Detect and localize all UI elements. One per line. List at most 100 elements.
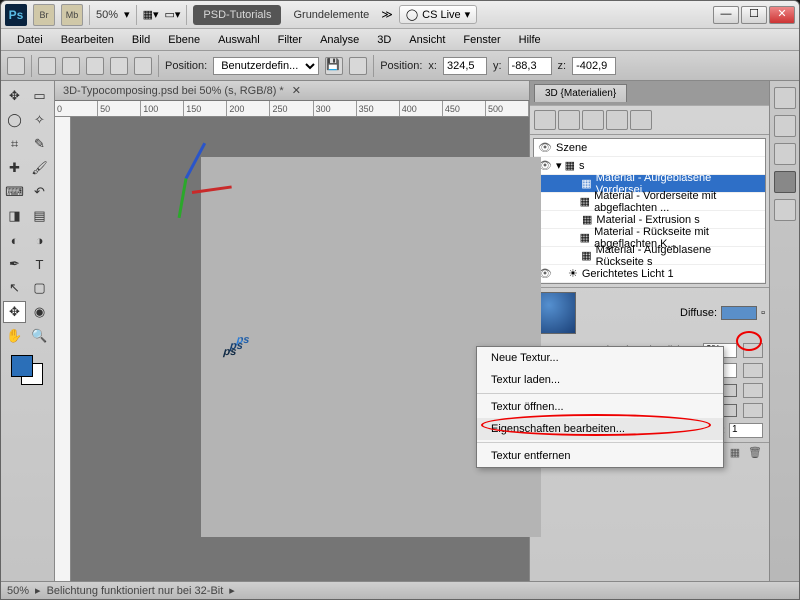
minimize-button[interactable]: — xyxy=(713,6,739,24)
position-xy-label: Position: xyxy=(380,60,422,72)
pos-z-input[interactable] xyxy=(572,57,616,75)
new-icon[interactable]: ▦ xyxy=(727,446,743,459)
ctx-eigenschaften-bearbeiten[interactable]: Eigenschaften bearbeiten... xyxy=(477,418,723,440)
color-swatch[interactable] xyxy=(11,355,45,381)
opt-icon-5[interactable] xyxy=(134,57,152,75)
light-row-0[interactable]: 👁☀ Gerichtetes Licht 1 xyxy=(534,265,765,283)
close-button[interactable]: ✕ xyxy=(769,6,795,24)
workspace-tab-2[interactable]: Grundelemente xyxy=(287,5,375,25)
opt-icon-4[interactable] xyxy=(110,57,128,75)
opt-icon-6[interactable] xyxy=(349,57,367,75)
position-dropdown[interactable]: Benutzerdefin... xyxy=(213,57,319,75)
ruler-vertical xyxy=(55,117,71,581)
ctx-textur-entfernen[interactable]: Textur entfernen xyxy=(477,445,723,467)
scene-node-s[interactable]: s xyxy=(579,160,585,172)
hand-tool[interactable]: ✋ xyxy=(3,325,26,347)
strip-icon-5[interactable] xyxy=(774,199,796,221)
menu-bild[interactable]: Bild xyxy=(124,32,158,48)
zoom-tool[interactable]: 🔍 xyxy=(28,325,51,347)
status-zoom[interactable]: 50% xyxy=(7,585,29,597)
3d-tool[interactable]: ✥ xyxy=(3,301,26,323)
panel-tab-3d[interactable]: 3D {Materialien} xyxy=(534,84,627,102)
layout-icon[interactable]: ▦▾ xyxy=(143,8,159,21)
titlebar: Ps Br Mb 50%▾ ▦▾ ▭▾ PSD-Tutorials Grunde… xyxy=(1,1,799,29)
gradient-tool[interactable]: ▤ xyxy=(28,205,51,227)
canvas[interactable]: ps xyxy=(71,117,529,581)
menu-hilfe[interactable]: Hilfe xyxy=(511,32,549,48)
history-brush-tool[interactable]: ↶ xyxy=(28,181,51,203)
dodge-tool[interactable]: ◑ xyxy=(28,229,51,251)
brush-tool[interactable]: 🖌 xyxy=(28,157,51,179)
save-icon[interactable]: 💾 xyxy=(325,57,343,75)
heal-tool[interactable]: ✚ xyxy=(3,157,26,179)
eyedropper-tool[interactable]: ✎ xyxy=(28,133,51,155)
filter-icon-2[interactable] xyxy=(558,110,580,130)
3d-text-object[interactable]: ps xyxy=(233,197,262,382)
maximize-button[interactable]: ☐ xyxy=(741,6,767,24)
path-tool[interactable]: ↖ xyxy=(3,277,26,299)
marquee-tool[interactable]: ▭ xyxy=(28,85,51,107)
filter-icon-4[interactable] xyxy=(606,110,628,130)
menu-3d[interactable]: 3D xyxy=(369,32,399,48)
screen-icon[interactable]: ▭▾ xyxy=(164,8,180,21)
pos-y-input[interactable] xyxy=(508,57,552,75)
wand-tool[interactable]: ✧ xyxy=(28,109,51,131)
material-row-4[interactable]: ▦ Material - Aufgeblasene Rückseite s xyxy=(534,247,765,265)
scene-root[interactable]: Szene xyxy=(556,142,587,154)
tool-preset-icon[interactable] xyxy=(7,57,25,75)
material-row-1[interactable]: ▦ Material - Vorderseite mit abgeflachte… xyxy=(534,193,765,211)
diffuse-color-swatch[interactable] xyxy=(721,306,757,320)
prop-ctl-0[interactable] xyxy=(743,343,763,358)
menu-ebene[interactable]: Ebene xyxy=(160,32,208,48)
ctx-textur-oeffnen[interactable]: Textur öffnen... xyxy=(477,396,723,418)
ctx-neue-textur[interactable]: Neue Textur... xyxy=(477,347,723,369)
pen-tool[interactable]: ✒ xyxy=(3,253,26,275)
status-message: Belichtung funktioniert nur bei 32-Bit xyxy=(47,585,224,597)
menu-filter[interactable]: Filter xyxy=(270,32,310,48)
filter-icon-5[interactable] xyxy=(630,110,652,130)
menu-bearbeiten[interactable]: Bearbeiten xyxy=(53,32,122,48)
menu-auswahl[interactable]: Auswahl xyxy=(210,32,268,48)
ctx-textur-laden[interactable]: Textur laden... xyxy=(477,369,723,391)
scene-tree[interactable]: 👁Szene 👁▾ ▦ s ▦ Material - Aufgeblasene … xyxy=(533,138,766,284)
type-tool[interactable]: T xyxy=(28,253,51,275)
workspace-tab-1[interactable]: PSD-Tutorials xyxy=(193,5,281,25)
close-tab-icon[interactable]: ✕ xyxy=(292,84,301,97)
status-bar: 50% ▸ Belichtung funktioniert nur bei 32… xyxy=(1,581,799,599)
blur-tool[interactable]: ◐ xyxy=(3,229,26,251)
brechung-field[interactable]: 1 xyxy=(729,423,763,438)
strip-icon-3[interactable] xyxy=(774,143,796,165)
opt-icon-2[interactable] xyxy=(62,57,80,75)
strip-icon-2[interactable] xyxy=(774,115,796,137)
badge-mb[interactable]: Mb xyxy=(61,4,83,26)
cs-live-button[interactable]: ◯CS Live▾ xyxy=(399,5,477,24)
zoom-display[interactable]: 50% xyxy=(96,9,118,21)
menu-datei[interactable]: Datei xyxy=(9,32,51,48)
prop-ctl-2[interactable] xyxy=(743,383,763,398)
prop-ctl-1[interactable] xyxy=(743,363,763,378)
lasso-tool[interactable]: ◯ xyxy=(3,109,26,131)
more-workspaces[interactable]: ≫ xyxy=(381,8,393,21)
filter-icon-1[interactable] xyxy=(534,110,556,130)
eye-icon[interactable]: 👁 xyxy=(538,141,552,154)
menu-fenster[interactable]: Fenster xyxy=(455,32,508,48)
prop-ctl-3[interactable] xyxy=(743,403,763,418)
opt-icon-3[interactable] xyxy=(86,57,104,75)
move-tool[interactable]: ✥ xyxy=(3,85,26,107)
stamp-tool[interactable]: ⌨ xyxy=(3,181,26,203)
document-tab[interactable]: 3D-Typocomposing.psd bei 50% (s, RGB/8) … xyxy=(55,81,529,101)
diffuse-texture-button[interactable]: ▫ xyxy=(761,307,765,319)
eraser-tool[interactable]: ◨ xyxy=(3,205,26,227)
strip-icon-4[interactable] xyxy=(774,171,796,193)
trash-icon[interactable]: 🗑 xyxy=(747,446,763,459)
menu-analyse[interactable]: Analyse xyxy=(312,32,367,48)
pos-x-input[interactable] xyxy=(443,57,487,75)
menu-ansicht[interactable]: Ansicht xyxy=(401,32,453,48)
strip-icon-1[interactable] xyxy=(774,87,796,109)
badge-br[interactable]: Br xyxy=(33,4,55,26)
shape-tool[interactable]: ▢ xyxy=(28,277,51,299)
filter-icon-3[interactable] xyxy=(582,110,604,130)
opt-icon-1[interactable] xyxy=(38,57,56,75)
3d-camera-tool[interactable]: ◉ xyxy=(28,301,51,323)
crop-tool[interactable]: ⌗ xyxy=(3,133,26,155)
